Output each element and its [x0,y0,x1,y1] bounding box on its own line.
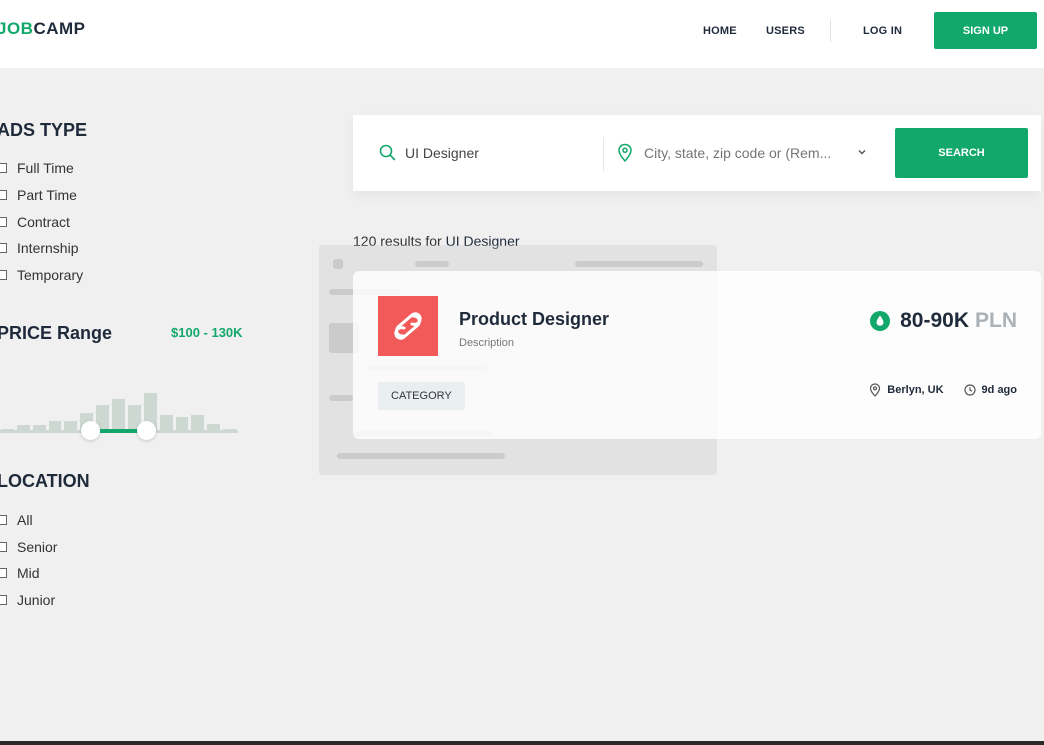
job-title[interactable]: Product Designer [459,309,609,330]
histogram-bar [112,399,125,433]
checkbox-label: Part Time [17,187,77,203]
location-mid[interactable]: Mid [0,565,40,581]
ghost-line [415,261,449,267]
bottom-edge [0,741,1044,745]
job-description: Description [459,337,515,349]
logo-part-1: JOB [0,19,34,38]
location-senior[interactable]: Senior [0,539,57,555]
checkbox[interactable] [0,542,7,552]
checkbox[interactable] [0,515,7,525]
salary-currency: PLN [975,309,1017,332]
checkbox-label: Junior [17,592,56,608]
job-location-text: Berlyn, UK [887,384,944,396]
location-input[interactable] [644,141,844,165]
ads-type-full-time[interactable]: Full Time [0,160,74,176]
location-all[interactable]: All [0,512,33,528]
checkbox-label: Full Time [17,160,74,176]
price-range-value: $100 - 130K [171,325,243,340]
map-pin-icon [870,383,881,397]
nav-users-link[interactable]: USERS [766,25,805,37]
nav-home-link[interactable]: HOME [703,25,737,37]
checkbox[interactable] [0,163,7,173]
checkbox-label: Contract [17,214,70,230]
company-logo [378,296,438,356]
map-pin-icon [618,143,632,163]
slider-min-handle[interactable] [81,421,100,440]
clock-icon [963,384,976,396]
infinity-icon [394,312,422,340]
signup-button[interactable]: SIGN UP [934,12,1037,49]
job-category-tag[interactable]: CATEGORY [378,382,465,410]
checkbox-label: Senior [17,539,58,555]
logo-part-2: CAMP [33,19,86,38]
checkbox-label: Mid [17,565,40,581]
checkbox[interactable] [0,243,7,253]
ghost-line [329,395,353,401]
ghost-line [333,259,343,269]
checkbox[interactable] [0,217,7,227]
drop-icon [870,311,891,331]
checkbox-label: All [17,512,33,528]
job-posted-text: 9d ago [981,384,1017,396]
ads-type-contract[interactable]: Contract [0,214,70,230]
login-link[interactable]: LOG IN [863,25,902,37]
job-search-input[interactable] [405,141,595,165]
ads-type-internship[interactable]: Internship [0,240,78,256]
location-junior[interactable]: Junior [0,592,55,608]
search-icon [379,144,396,161]
location-heading: LOCATION [0,471,90,491]
ghost-line [575,261,703,267]
search-button[interactable]: SEARCH [895,128,1028,178]
checkbox[interactable] [0,568,7,578]
search-divider [603,137,604,171]
slider-active-range [100,429,138,433]
checkbox[interactable] [0,270,7,280]
brand-logo[interactable]: JOBCAMP [0,19,86,39]
price-range-heading: PRICE Range [0,323,113,343]
top-header: JOBCAMP HOME USERS LOG IN SIGN UP [0,0,1044,68]
checkbox-label: Temporary [17,267,84,283]
price-histogram-slider[interactable] [0,381,240,441]
checkbox[interactable] [0,595,7,605]
slider-max-handle[interactable] [137,421,156,440]
salary-value: 80-90K [900,309,969,332]
job-card[interactable]: Product Designer Description CATEGORY 80… [353,271,1041,439]
job-posted: 9d ago [963,384,1017,396]
ads-type-part-time[interactable]: Part Time [0,187,77,203]
checkbox[interactable] [0,190,7,200]
job-meta: Berlyn, UK 9d ago [869,383,1017,397]
checkbox-label: Internship [17,240,79,256]
search-bar: SEARCH [353,115,1041,191]
nav-divider [830,20,831,42]
job-location: Berlyn, UK [869,383,944,397]
salary: 80-90K PLN [870,309,1017,333]
ads-type-heading: ADS TYPE [0,120,88,140]
ghost-line [337,453,505,459]
chevron-down-icon[interactable] [855,145,869,159]
ads-type-temporary[interactable]: Temporary [0,267,83,283]
